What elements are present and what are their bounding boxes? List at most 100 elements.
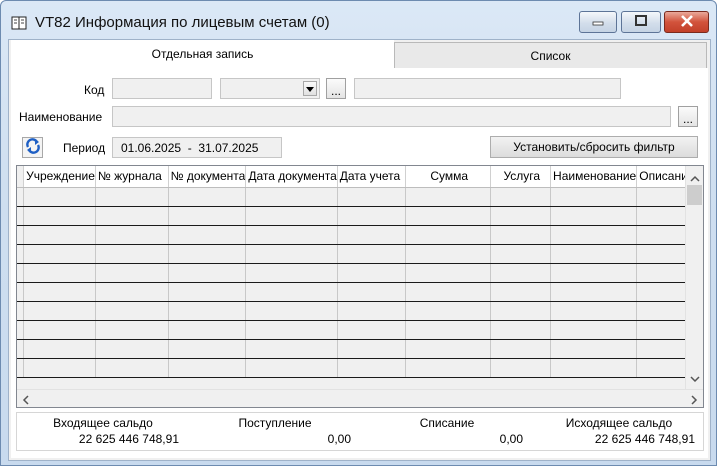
table-cell[interactable] (550, 358, 638, 378)
records-grid[interactable]: Учреждение № журнала № документа Дата до… (16, 165, 704, 408)
table-cell[interactable] (168, 187, 247, 207)
maximize-button[interactable] (621, 11, 661, 33)
table-cell[interactable] (405, 282, 492, 302)
row-indicator[interactable] (17, 187, 25, 207)
table-cell[interactable] (168, 339, 247, 359)
table-cell[interactable] (337, 225, 407, 245)
table-cell[interactable] (490, 263, 552, 283)
table-cell[interactable] (23, 187, 96, 207)
tab-list[interactable]: Список (394, 42, 707, 69)
table-cell[interactable] (23, 244, 96, 264)
set-reset-filter-button[interactable]: Установить/сбросить фильтр (490, 136, 698, 158)
table-cell[interactable] (23, 206, 96, 226)
row-indicator[interactable] (17, 282, 25, 302)
code-description-field[interactable] (354, 78, 621, 99)
table-cell[interactable] (550, 244, 638, 264)
table-cell[interactable] (490, 187, 552, 207)
table-cell[interactable] (550, 339, 638, 359)
table-cell[interactable] (550, 187, 638, 207)
name-browse-button[interactable]: ... (678, 106, 698, 127)
table-cell[interactable] (490, 206, 552, 226)
column-header[interactable]: Сумма (405, 166, 492, 188)
row-indicator[interactable] (17, 225, 25, 245)
table-cell[interactable] (245, 263, 338, 283)
table-cell[interactable] (405, 263, 492, 283)
table-cell[interactable] (550, 320, 638, 340)
table-cell[interactable] (95, 339, 169, 359)
table-row[interactable] (17, 187, 703, 207)
table-cell[interactable] (245, 244, 338, 264)
table-cell[interactable] (95, 282, 169, 302)
table-cell[interactable] (23, 339, 96, 359)
table-cell[interactable] (337, 187, 407, 207)
column-header[interactable]: Дата документа (245, 166, 338, 188)
table-cell[interactable] (245, 206, 338, 226)
table-cell[interactable] (337, 244, 407, 264)
tab-single-record[interactable]: Отдельная запись (11, 40, 394, 68)
table-cell[interactable] (405, 339, 492, 359)
table-cell[interactable] (95, 244, 169, 264)
horizontal-scrollbar[interactable] (17, 389, 703, 407)
table-cell[interactable] (490, 320, 552, 340)
table-cell[interactable] (23, 301, 96, 321)
close-button[interactable] (664, 11, 709, 33)
table-cell[interactable] (550, 301, 638, 321)
row-indicator[interactable] (17, 244, 25, 264)
table-cell[interactable] (337, 358, 407, 378)
table-cell[interactable] (405, 225, 492, 245)
table-cell[interactable] (23, 282, 96, 302)
table-row[interactable] (17, 206, 703, 226)
column-header[interactable]: Услуга (490, 166, 552, 188)
column-header[interactable]: Наименование (550, 166, 638, 188)
minimize-button[interactable] (579, 11, 617, 33)
code-combo[interactable] (220, 78, 320, 99)
table-cell[interactable] (168, 358, 247, 378)
table-row[interactable] (17, 263, 703, 283)
table-cell[interactable] (405, 358, 492, 378)
table-cell[interactable] (550, 225, 638, 245)
table-cell[interactable] (23, 320, 96, 340)
table-cell[interactable] (95, 320, 169, 340)
table-row[interactable] (17, 339, 703, 359)
table-cell[interactable] (490, 339, 552, 359)
table-row[interactable] (17, 225, 703, 245)
table-row[interactable] (17, 358, 703, 378)
table-cell[interactable] (245, 320, 338, 340)
table-cell[interactable] (95, 263, 169, 283)
column-header[interactable]: Учреждение (23, 166, 96, 188)
table-row[interactable] (17, 244, 703, 264)
code-browse-button[interactable]: ... (326, 78, 346, 99)
table-cell[interactable] (95, 206, 169, 226)
table-cell[interactable] (337, 206, 407, 226)
table-cell[interactable] (490, 301, 552, 321)
table-cell[interactable] (490, 282, 552, 302)
column-header[interactable]: Дата учета (337, 166, 407, 188)
table-cell[interactable] (337, 320, 407, 340)
table-row[interactable] (17, 320, 703, 340)
name-input[interactable] (112, 106, 671, 127)
table-cell[interactable] (23, 225, 96, 245)
table-cell[interactable] (490, 244, 552, 264)
title-bar[interactable]: VT82 Информация по лицевым счетам (0) (1, 1, 716, 39)
row-indicator[interactable] (17, 320, 25, 340)
table-cell[interactable] (245, 301, 338, 321)
column-header[interactable]: № документа (168, 166, 247, 188)
table-row[interactable] (17, 301, 703, 321)
table-cell[interactable] (95, 187, 169, 207)
chevron-up-icon[interactable] (690, 171, 700, 185)
combo-dropdown-button[interactable] (303, 81, 317, 96)
table-cell[interactable] (168, 206, 247, 226)
row-indicator[interactable] (17, 206, 25, 226)
table-cell[interactable] (245, 187, 338, 207)
row-indicator[interactable] (17, 358, 25, 378)
table-cell[interactable] (405, 244, 492, 264)
table-cell[interactable] (95, 225, 169, 245)
row-indicator[interactable] (17, 339, 25, 359)
table-row[interactable] (17, 282, 703, 302)
table-cell[interactable] (490, 358, 552, 378)
table-cell[interactable] (245, 225, 338, 245)
table-cell[interactable] (337, 339, 407, 359)
table-cell[interactable] (168, 282, 247, 302)
table-cell[interactable] (168, 244, 247, 264)
row-indicator[interactable] (17, 301, 25, 321)
